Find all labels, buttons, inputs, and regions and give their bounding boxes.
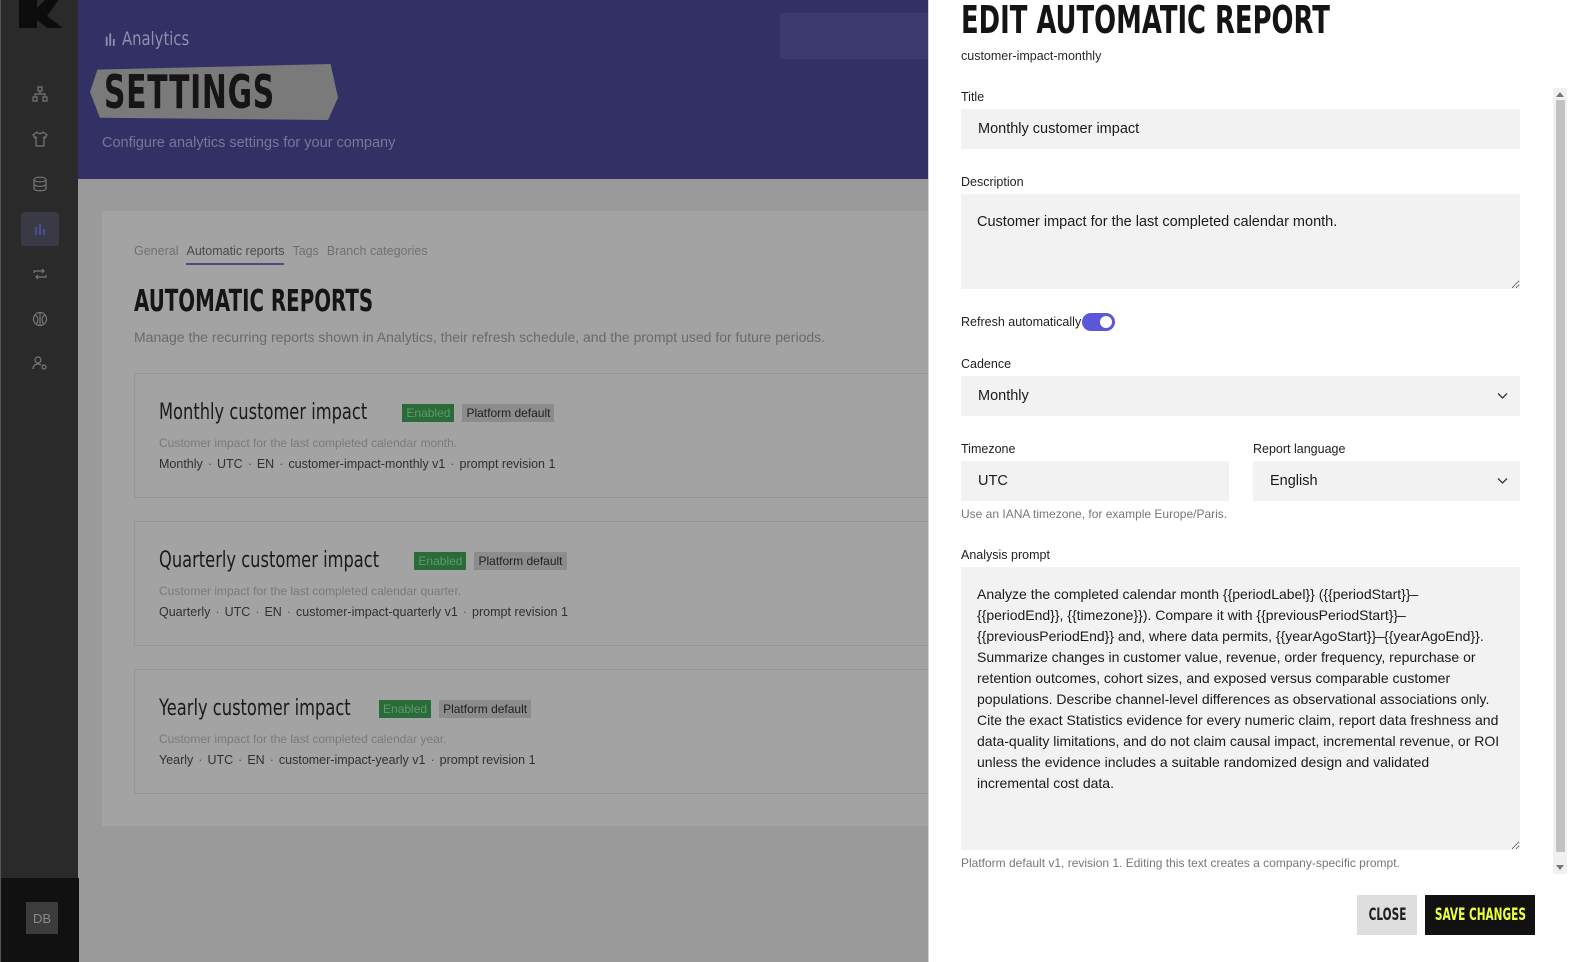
section-description: Manage the recurring reports shown in An… bbox=[134, 329, 826, 345]
report-name: Yearly customer impact bbox=[159, 696, 351, 721]
shirt-icon bbox=[32, 131, 48, 147]
sidebar-item-users[interactable] bbox=[1, 346, 79, 380]
page-header: Analytics SETTINGS Configure analytics s… bbox=[78, 0, 932, 179]
refresh-label: Refresh automatically bbox=[961, 315, 1082, 329]
database-icon bbox=[33, 176, 47, 192]
settings-card: General Automatic reports Tags Branch ca… bbox=[102, 211, 930, 826]
report-card[interactable]: Yearly customer impact Enabled Platform … bbox=[134, 669, 930, 794]
sidebar: DB bbox=[0, 0, 79, 962]
report-meta: Yearly · UTC · EN · customer-impact-yearly … bbox=[159, 753, 536, 767]
chevron-down-icon bbox=[1497, 393, 1508, 399]
dialog-scrollbar[interactable] bbox=[1553, 88, 1567, 874]
bar-chart-icon bbox=[35, 224, 45, 235]
report-name: Monthly customer impact bbox=[159, 400, 368, 425]
save-changes-button[interactable]: SAVE CHANGES bbox=[1425, 895, 1535, 935]
scroll-down-icon[interactable] bbox=[1556, 865, 1564, 870]
header-search-box[interactable] bbox=[780, 13, 932, 59]
breadcrumb-label: Analytics bbox=[121, 28, 190, 50]
tab-tags[interactable]: Tags bbox=[292, 244, 318, 265]
sitemap-icon bbox=[32, 86, 48, 102]
report-description: Customer impact for the last completed c… bbox=[159, 436, 458, 450]
sidebar-item-structure[interactable] bbox=[1, 77, 79, 111]
description-label: Description bbox=[961, 175, 1024, 189]
scroll-up-icon[interactable] bbox=[1556, 92, 1564, 97]
sidebar-footer: DB bbox=[1, 878, 79, 962]
language-label: Report language bbox=[1253, 442, 1346, 456]
refresh-toggle[interactable] bbox=[1082, 313, 1115, 331]
cadence-label: Cadence bbox=[961, 357, 1012, 371]
user-settings-icon bbox=[32, 356, 47, 370]
default-badge: Platform default bbox=[439, 699, 532, 718]
timezone-label: Timezone bbox=[961, 442, 1016, 456]
report-meta: Quarterly · UTC · EN · customer-impact-quar… bbox=[159, 605, 568, 619]
cadence-select[interactable]: Monthly bbox=[961, 376, 1520, 416]
sidebar-item-sync[interactable] bbox=[1, 257, 79, 291]
report-meta: Monthly · UTC · EN · customer-impact-monthl… bbox=[159, 457, 556, 471]
report-slug: customer-impact-monthly bbox=[961, 49, 1102, 63]
scrollbar-thumb[interactable] bbox=[1556, 100, 1565, 852]
chevron-down-icon bbox=[1497, 478, 1508, 484]
page-subtitle: Configure analytics settings for your co… bbox=[102, 135, 396, 151]
globe-icon bbox=[32, 311, 48, 327]
timezone-hint: Use an IANA timezone, for example Europe… bbox=[961, 507, 1228, 521]
description-textarea[interactable]: Customer impact for the last completed c… bbox=[961, 194, 1520, 289]
sidebar-item-analytics[interactable] bbox=[1, 212, 79, 246]
sidebar-item-global[interactable] bbox=[1, 302, 79, 336]
dialog-scroll-area[interactable]: Title Description Customer impact for th… bbox=[961, 88, 1521, 874]
prompt-textarea[interactable]: Analyze the completed calendar month {{p… bbox=[961, 567, 1520, 850]
page-title: SETTINGS bbox=[90, 64, 338, 120]
status-badge: Enabled bbox=[414, 551, 467, 570]
report-name: Quarterly customer impact bbox=[159, 548, 380, 573]
title-input[interactable] bbox=[961, 109, 1520, 149]
status-badge: Enabled bbox=[402, 403, 455, 422]
breadcrumb[interactable]: Analytics bbox=[104, 28, 189, 50]
section-title: AUTOMATIC REPORTS bbox=[134, 284, 374, 319]
report-description: Customer impact for the last completed c… bbox=[159, 584, 462, 598]
default-badge: Platform default bbox=[462, 403, 555, 422]
title-label: Title bbox=[961, 90, 985, 104]
logo-icon[interactable] bbox=[17, 0, 63, 28]
tab-automatic-reports[interactable]: Automatic reports bbox=[186, 244, 285, 265]
report-description: Customer impact for the last completed c… bbox=[159, 732, 447, 746]
timezone-input[interactable] bbox=[961, 461, 1229, 501]
tab-general[interactable]: General bbox=[134, 244, 178, 265]
dialog-title: EDIT AUTOMATIC REPORT bbox=[961, 0, 1330, 42]
tab-branch-categories[interactable]: Branch categories bbox=[327, 244, 428, 265]
report-card[interactable]: Quarterly customer impact Enabled Platfo… bbox=[134, 521, 930, 646]
sidebar-item-data[interactable] bbox=[1, 167, 79, 201]
edit-report-dialog: EDIT AUTOMATIC REPORT customer-impact-mo… bbox=[928, 0, 1570, 962]
repeat-icon bbox=[33, 268, 47, 280]
sidebar-item-products[interactable] bbox=[1, 122, 79, 156]
avatar[interactable]: DB bbox=[26, 902, 58, 934]
default-badge: Platform default bbox=[474, 551, 567, 570]
prompt-hint: Platform default v1, revision 1. Editing… bbox=[961, 856, 1400, 870]
report-card[interactable]: Monthly customer impact Enabled Platform… bbox=[134, 373, 930, 498]
close-button[interactable]: CLOSE bbox=[1357, 895, 1417, 935]
language-select[interactable]: English bbox=[1253, 461, 1520, 501]
bar-chart-icon bbox=[105, 33, 115, 46]
prompt-label: Analysis prompt bbox=[961, 548, 1050, 562]
status-badge: Enabled bbox=[379, 699, 432, 718]
language-value: English bbox=[1270, 473, 1318, 489]
tab-bar: General Automatic reports Tags Branch ca… bbox=[134, 244, 428, 265]
cadence-value: Monthly bbox=[978, 388, 1029, 404]
